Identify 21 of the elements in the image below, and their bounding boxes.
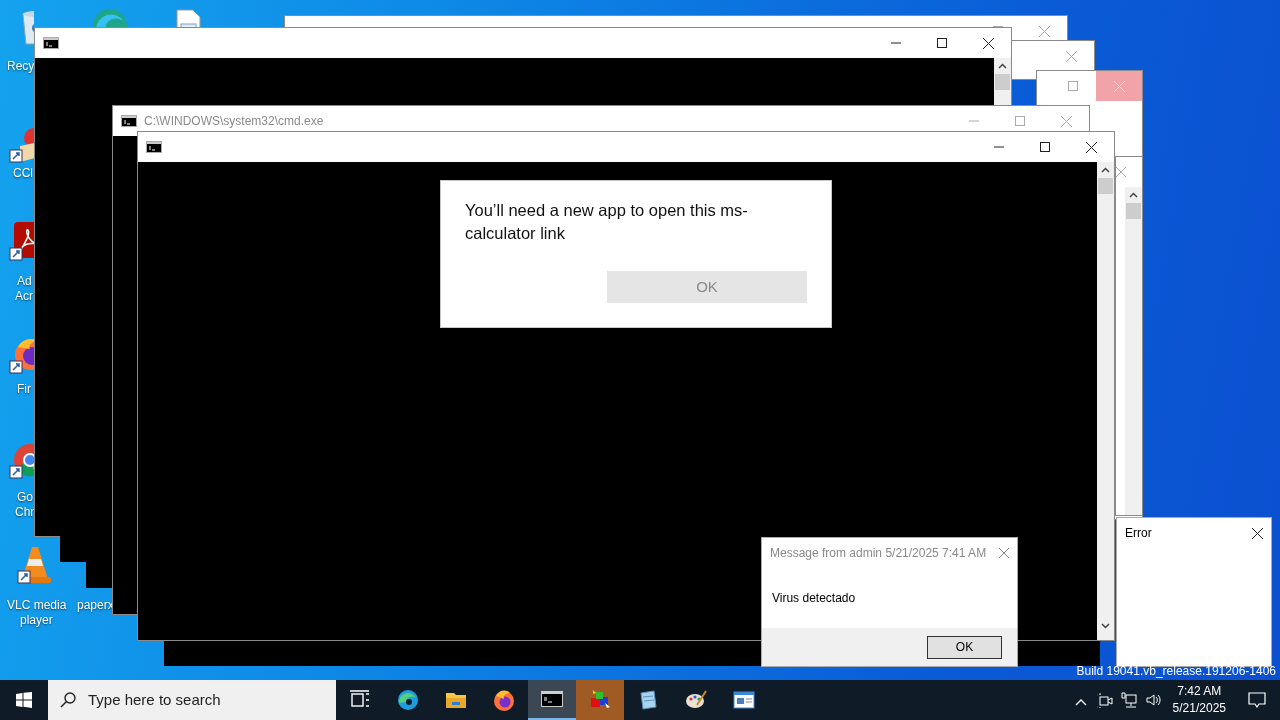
search-field[interactable]: Type here to search: [86, 687, 316, 713]
icon-label: Fir: [17, 382, 31, 397]
icon-label: player: [20, 613, 53, 628]
dialog-message: You’ll need a new app to open this ms-calculator link: [465, 200, 749, 244]
message-text: Virus detectado: [771, 590, 857, 607]
icon-label: Ad: [17, 274, 32, 289]
window-title: C:\WINDOWS\system32\cmd.exe: [144, 113, 324, 130]
icon-label: Chr: [15, 505, 35, 520]
icon-label: VLC media: [7, 598, 67, 613]
icon-label: CCl: [13, 166, 33, 181]
icon-label: Acr: [15, 289, 33, 304]
icon-label: Go: [17, 490, 33, 505]
icon-label: paperx: [77, 598, 114, 613]
window-title: Error: [1125, 525, 1152, 542]
icon-label: Recy: [7, 59, 35, 74]
search-box[interactable]: Type here to search: [48, 680, 336, 720]
window-title: Message from admin 5/21/2025 7:41 AM: [770, 545, 987, 562]
ok-button[interactable]: OK: [927, 635, 1002, 659]
build-text: Build 19041.vb_release.191206-1406: [1076, 664, 1276, 678]
clock-time[interactable]: 7:42 AM: [1172, 683, 1226, 700]
clock-date[interactable]: 5/21/2025: [1172, 700, 1226, 717]
